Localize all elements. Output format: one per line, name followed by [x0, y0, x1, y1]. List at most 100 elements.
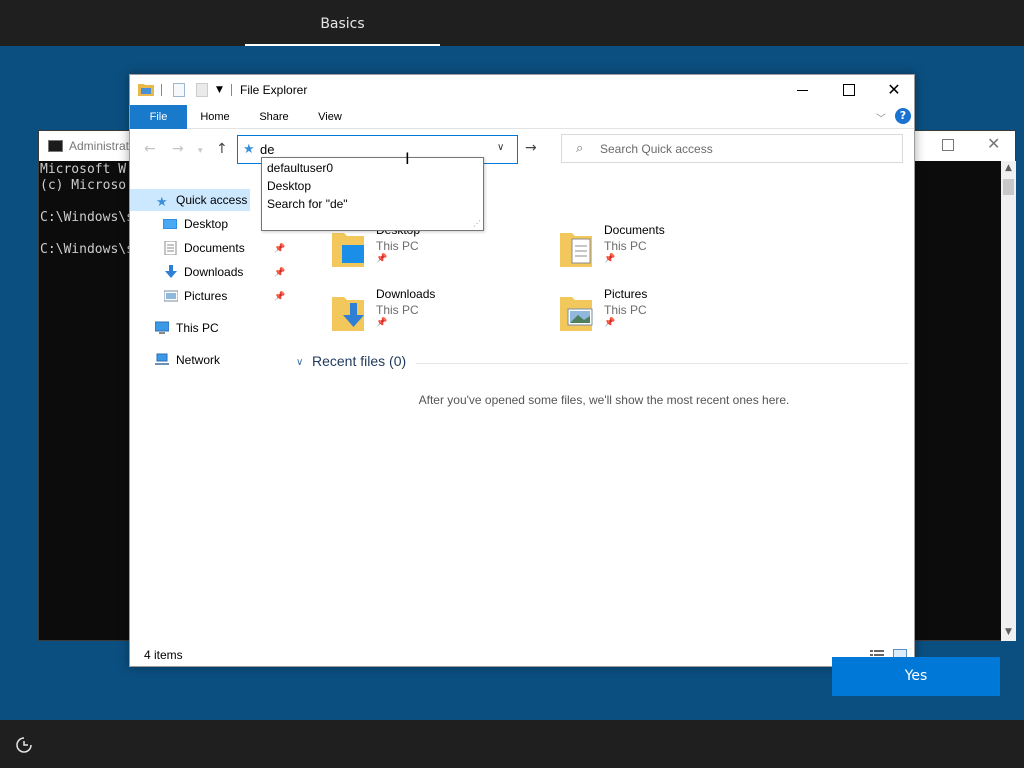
tile-location: This PC: [604, 239, 647, 253]
scroll-up-icon[interactable]: ▲: [1004, 163, 1013, 173]
nav-quick-access[interactable]: ★ Quick access: [130, 189, 250, 211]
nav-item-label: Downloads: [184, 265, 244, 279]
recent-locations-icon[interactable]: ▾: [198, 143, 203, 159]
pin-icon: 📌: [604, 254, 616, 264]
nav-this-pc-label: This PC: [176, 321, 219, 335]
tab-basics-underline: [245, 44, 440, 46]
minimize-button[interactable]: [780, 75, 826, 105]
new-folder-icon[interactable]: [196, 83, 208, 97]
tile-location: This PC: [376, 303, 419, 317]
folder-icon: [138, 84, 154, 96]
collapse-chevron-icon[interactable]: ∨: [296, 357, 303, 368]
ribbon-tabs: File Home Share View ﹀ ?: [130, 105, 914, 129]
autocomplete-item[interactable]: Search for "de": [267, 195, 348, 213]
recent-divider: [416, 363, 908, 364]
help-icon[interactable]: ?: [895, 108, 911, 124]
tile-pictures[interactable]: Pictures This PC 📌: [558, 287, 778, 341]
scroll-down-icon[interactable]: ▼: [1004, 627, 1013, 637]
oobe-footer: [0, 720, 1024, 768]
console-line: Microsoft W: [40, 162, 127, 177]
tile-location: This PC: [604, 303, 647, 317]
expand-ribbon-icon[interactable]: ﹀: [876, 110, 886, 125]
pin-icon: 📌: [376, 318, 388, 328]
documents-folder-icon: [560, 233, 592, 267]
back-arrow-icon[interactable]: ←: [144, 141, 156, 157]
console-line: C:\Windows\s: [40, 242, 134, 257]
close-button[interactable]: ✕: [872, 75, 916, 105]
recent-files-header[interactable]: Recent files (0): [312, 353, 406, 369]
downloads-folder-icon: [332, 297, 364, 331]
file-explorer-window[interactable]: ▼ File Explorer ✕ File Home Share View ﹀…: [129, 74, 915, 667]
address-autocomplete: defaultuser0 Desktop Search for "de" ⋰: [261, 157, 484, 231]
accessibility-icon[interactable]: [14, 735, 34, 755]
console-scrollbar[interactable]: ▲ ▼: [1001, 161, 1016, 641]
autocomplete-item[interactable]: Desktop: [267, 177, 311, 195]
nav-item-pictures[interactable]: Pictures 📌: [130, 285, 292, 307]
address-history-chevron-icon[interactable]: ∨: [497, 142, 504, 153]
qat-separator: [231, 84, 232, 96]
navigation-bar: ← → ▾ ↑ ★ ∨ → ⌕: [130, 131, 914, 167]
nav-item-documents[interactable]: Documents 📌: [130, 237, 292, 259]
tile-name: Downloads: [376, 287, 436, 301]
explorer-titlebar[interactable]: ▼ File Explorer ✕: [130, 75, 914, 105]
item-count: 4 items: [144, 648, 183, 662]
tile-downloads[interactable]: Downloads This PC 📌: [330, 287, 550, 341]
console-line: C:\Windows\s: [40, 210, 134, 225]
nav-item-label: Documents: [184, 241, 245, 255]
content-pane: Desktop This PC 📌 Documents This PC 📌 Do…: [292, 185, 916, 640]
nav-item-downloads[interactable]: Downloads 📌: [130, 261, 292, 283]
pin-icon: 📌: [376, 254, 388, 264]
pictures-folder-icon: [560, 297, 593, 331]
nav-network[interactable]: Network: [130, 349, 292, 371]
tile-name: Pictures: [604, 287, 648, 301]
maximize-button[interactable]: [826, 75, 872, 105]
autocomplete-item[interactable]: defaultuser0: [267, 159, 333, 177]
qat-separator: [161, 84, 162, 96]
console-icon: [48, 140, 63, 152]
text-cursor-icon: I: [405, 149, 410, 168]
pin-icon: 📌: [274, 291, 286, 301]
quick-access-star-icon: ★: [156, 194, 168, 209]
nav-quick-access-label: Quick access: [176, 193, 248, 207]
tile-location: This PC: [376, 239, 419, 253]
console-scroll-thumb[interactable]: [1003, 179, 1014, 195]
tab-home[interactable]: Home: [192, 105, 238, 129]
yes-button[interactable]: Yes: [832, 657, 1000, 696]
tab-file[interactable]: File: [130, 105, 187, 129]
nav-item-label: Pictures: [184, 289, 228, 303]
pictures-icon: [164, 290, 178, 302]
console-title: Administrat: [69, 139, 130, 153]
search-box[interactable]: ⌕: [561, 134, 903, 163]
tab-share[interactable]: Share: [250, 105, 298, 129]
nav-this-pc[interactable]: This PC: [130, 317, 292, 339]
console-maximize-button[interactable]: [942, 139, 954, 151]
search-icon: ⌕: [576, 141, 584, 156]
console-close-button[interactable]: ✕: [987, 135, 1000, 153]
forward-arrow-icon[interactable]: →: [172, 141, 184, 157]
tile-documents[interactable]: Documents This PC 📌: [558, 223, 778, 277]
navigation-pane: ★ Quick access Desktop 📌 Documents 📌 Dow…: [130, 185, 292, 640]
quick-access-star-icon: ★: [243, 142, 255, 157]
tab-view[interactable]: View: [308, 105, 352, 129]
pin-icon: 📌: [274, 267, 286, 277]
address-input[interactable]: [260, 142, 420, 157]
network-icon: [155, 353, 169, 365]
properties-icon[interactable]: [173, 83, 185, 97]
this-pc-icon: [155, 321, 169, 334]
pin-icon: 📌: [604, 318, 616, 328]
pin-icon: 📌: [274, 243, 286, 253]
status-bar: 4 items: [130, 645, 914, 667]
resize-grip-icon[interactable]: ⋰: [473, 219, 481, 228]
up-arrow-icon[interactable]: ↑: [216, 141, 228, 157]
window-title: File Explorer: [240, 83, 308, 97]
search-input[interactable]: [600, 142, 890, 156]
nav-network-label: Network: [176, 353, 221, 367]
documents-icon: [164, 241, 177, 255]
nav-item-label: Desktop: [184, 217, 229, 231]
tab-basics[interactable]: Basics: [245, 0, 440, 46]
go-arrow-icon[interactable]: →: [525, 140, 537, 156]
tile-desktop[interactable]: Desktop This PC 📌: [330, 223, 550, 277]
customize-qat-icon[interactable]: ▼: [216, 85, 223, 95]
